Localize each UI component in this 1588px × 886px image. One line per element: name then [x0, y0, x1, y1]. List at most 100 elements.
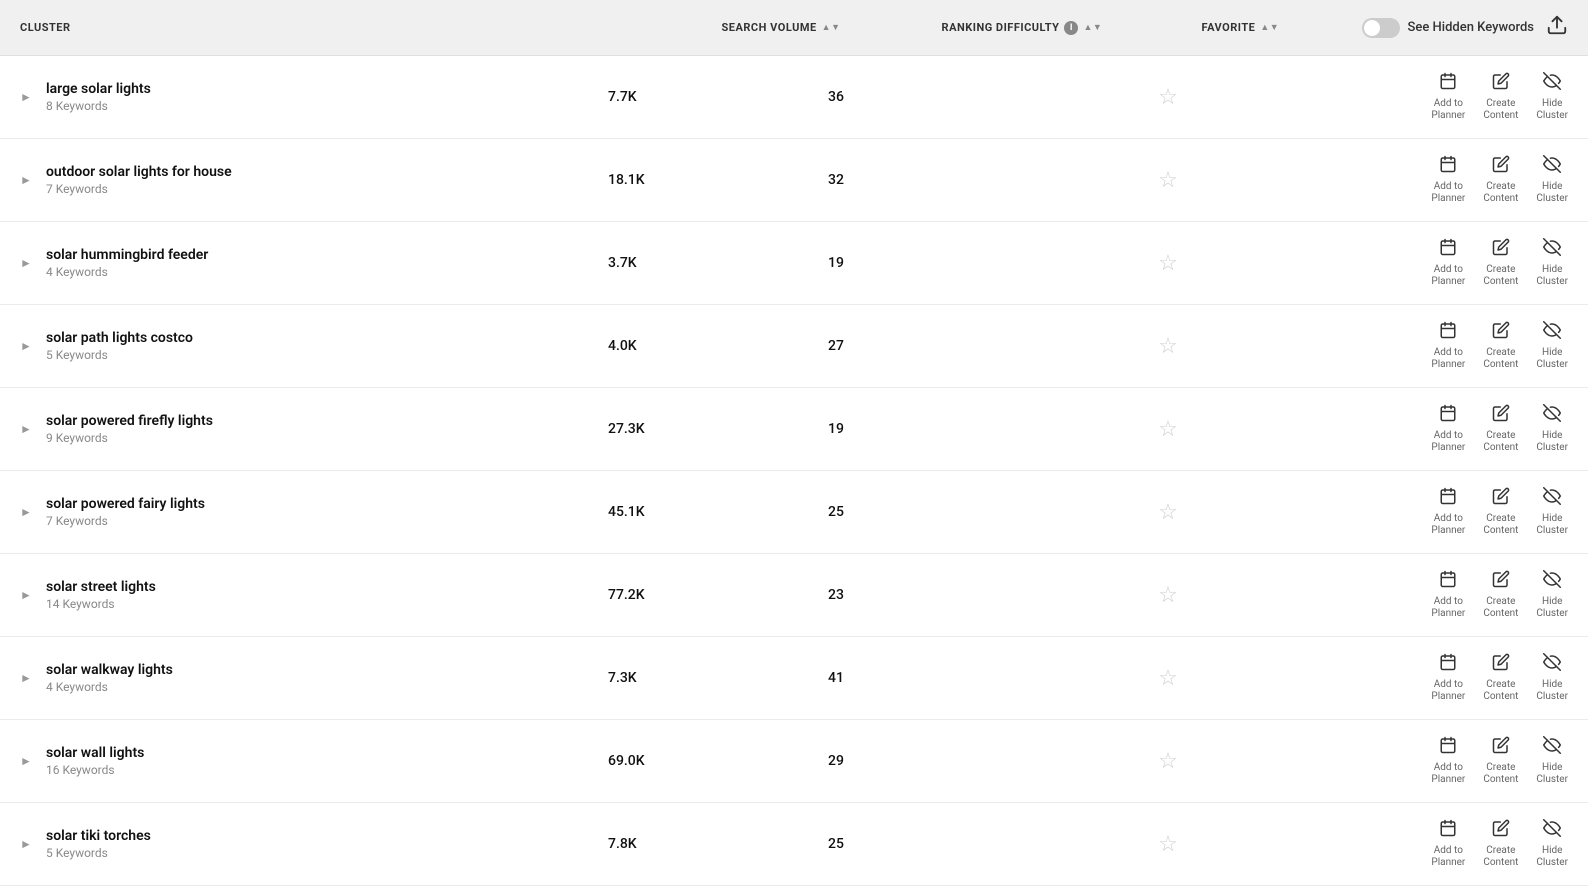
- ranking-difficulty-value: 23: [828, 587, 1088, 603]
- expand-arrow-icon[interactable]: ►: [20, 505, 36, 519]
- favorite-cell: ☆: [1088, 417, 1248, 442]
- search-volume-column-header[interactable]: SEARCH VOLUME ▲▼: [722, 21, 942, 34]
- expand-arrow-icon[interactable]: ►: [20, 837, 36, 851]
- hide-cluster-icon: [1543, 155, 1561, 178]
- add-to-planner-button[interactable]: Add toPlanner: [1431, 404, 1465, 454]
- search-volume-value: 69.0K: [608, 753, 828, 769]
- see-hidden-keywords-toggle[interactable]: [1362, 18, 1400, 38]
- create-content-label: CreateContent: [1483, 762, 1518, 786]
- expand-arrow-icon[interactable]: ►: [20, 422, 36, 436]
- cluster-info: outdoor solar lights for house 7 Keyword…: [46, 164, 232, 196]
- keywords-count: 14 Keywords: [46, 597, 156, 611]
- table-row: ► solar wall lights 16 Keywords 69.0K 29…: [0, 720, 1588, 803]
- hide-cluster-button[interactable]: HideCluster: [1536, 570, 1568, 620]
- expand-arrow-icon[interactable]: ►: [20, 339, 36, 353]
- cluster-cell: ► solar powered firefly lights 9 Keyword…: [20, 413, 608, 445]
- add-to-planner-button[interactable]: Add toPlanner: [1431, 155, 1465, 205]
- cluster-name: solar powered firefly lights: [46, 413, 213, 429]
- table-row: ► solar path lights costco 5 Keywords 4.…: [0, 305, 1588, 388]
- hide-cluster-button[interactable]: HideCluster: [1536, 653, 1568, 703]
- actions-cell: Add toPlanner CreateContent: [1248, 238, 1568, 288]
- favorite-star-icon[interactable]: ☆: [1158, 583, 1178, 608]
- hide-cluster-button[interactable]: HideCluster: [1536, 72, 1568, 122]
- keywords-count: 8 Keywords: [46, 99, 151, 113]
- cluster-cell: ► solar path lights costco 5 Keywords: [20, 330, 608, 362]
- ranking-difficulty-value: 32: [828, 172, 1088, 188]
- actions-cell: Add toPlanner CreateContent: [1248, 653, 1568, 703]
- create-content-icon: [1492, 487, 1510, 510]
- add-to-planner-button[interactable]: Add toPlanner: [1431, 72, 1465, 122]
- search-volume-value: 77.2K: [608, 587, 828, 603]
- create-content-button[interactable]: CreateContent: [1483, 570, 1518, 620]
- create-content-button[interactable]: CreateContent: [1483, 155, 1518, 205]
- cluster-name: solar wall lights: [46, 745, 144, 761]
- add-to-planner-button[interactable]: Add toPlanner: [1431, 321, 1465, 371]
- cluster-info: solar hummingbird feeder 4 Keywords: [46, 247, 208, 279]
- create-content-button[interactable]: CreateContent: [1483, 238, 1518, 288]
- expand-arrow-icon[interactable]: ►: [20, 256, 36, 270]
- create-content-icon: [1492, 238, 1510, 261]
- add-to-planner-label: Add toPlanner: [1431, 762, 1465, 786]
- create-content-button[interactable]: CreateContent: [1483, 819, 1518, 869]
- actions-cell: Add toPlanner CreateContent: [1248, 736, 1568, 786]
- hide-cluster-button[interactable]: HideCluster: [1536, 736, 1568, 786]
- expand-arrow-icon[interactable]: ►: [20, 754, 36, 768]
- add-to-planner-label: Add toPlanner: [1431, 98, 1465, 122]
- favorite-cell: ☆: [1088, 334, 1248, 359]
- search-volume-value: 7.7K: [608, 89, 828, 105]
- add-to-planner-button[interactable]: Add toPlanner: [1431, 736, 1465, 786]
- expand-arrow-icon[interactable]: ►: [20, 588, 36, 602]
- add-to-planner-button[interactable]: Add toPlanner: [1431, 570, 1465, 620]
- hide-cluster-button[interactable]: HideCluster: [1536, 155, 1568, 205]
- add-to-planner-label: Add toPlanner: [1431, 347, 1465, 371]
- create-content-button[interactable]: CreateContent: [1483, 487, 1518, 537]
- create-content-icon: [1492, 570, 1510, 593]
- favorite-star-icon[interactable]: ☆: [1158, 334, 1178, 359]
- add-to-planner-button[interactable]: Add toPlanner: [1431, 653, 1465, 703]
- hide-cluster-label: HideCluster: [1536, 347, 1568, 371]
- export-icon[interactable]: [1546, 14, 1568, 41]
- expand-arrow-icon[interactable]: ►: [20, 173, 36, 187]
- favorite-star-icon[interactable]: ☆: [1158, 417, 1178, 442]
- hide-cluster-button[interactable]: HideCluster: [1536, 487, 1568, 537]
- add-to-planner-button[interactable]: Add toPlanner: [1431, 238, 1465, 288]
- favorite-star-icon[interactable]: ☆: [1158, 168, 1178, 193]
- calendar-icon: [1439, 487, 1457, 510]
- favorite-star-icon[interactable]: ☆: [1158, 832, 1178, 857]
- create-content-button[interactable]: CreateContent: [1483, 321, 1518, 371]
- hide-cluster-button[interactable]: HideCluster: [1536, 238, 1568, 288]
- expand-arrow-icon[interactable]: ►: [20, 90, 36, 104]
- ranking-difficulty-info-icon[interactable]: i: [1064, 21, 1078, 35]
- hide-cluster-label: HideCluster: [1536, 679, 1568, 703]
- create-content-button[interactable]: CreateContent: [1483, 404, 1518, 454]
- favorite-star-icon[interactable]: ☆: [1158, 251, 1178, 276]
- add-to-planner-button[interactable]: Add toPlanner: [1431, 487, 1465, 537]
- hide-cluster-label: HideCluster: [1536, 762, 1568, 786]
- ranking-difficulty-value: 25: [828, 836, 1088, 852]
- search-volume-value: 45.1K: [608, 504, 828, 520]
- cluster-name: solar walkway lights: [46, 662, 173, 678]
- favorite-star-icon[interactable]: ☆: [1158, 749, 1178, 774]
- create-content-button[interactable]: CreateContent: [1483, 736, 1518, 786]
- calendar-icon: [1439, 819, 1457, 842]
- ranking-difficulty-column-header[interactable]: RANKING DIFFICULTY i ▲▼: [942, 21, 1202, 35]
- favorite-cell: ☆: [1088, 85, 1248, 110]
- create-content-label: CreateContent: [1483, 181, 1518, 205]
- add-to-planner-label: Add toPlanner: [1431, 264, 1465, 288]
- add-to-planner-label: Add toPlanner: [1431, 845, 1465, 869]
- create-content-label: CreateContent: [1483, 679, 1518, 703]
- favorite-cell: ☆: [1088, 832, 1248, 857]
- create-content-button[interactable]: CreateContent: [1483, 72, 1518, 122]
- favorite-column-header[interactable]: FAVORITE ▲▼: [1202, 21, 1362, 34]
- favorite-star-icon[interactable]: ☆: [1158, 85, 1178, 110]
- hide-cluster-button[interactable]: HideCluster: [1536, 404, 1568, 454]
- create-content-button[interactable]: CreateContent: [1483, 653, 1518, 703]
- expand-arrow-icon[interactable]: ►: [20, 671, 36, 685]
- hide-cluster-button[interactable]: HideCluster: [1536, 819, 1568, 869]
- favorite-star-icon[interactable]: ☆: [1158, 500, 1178, 525]
- favorite-star-icon[interactable]: ☆: [1158, 666, 1178, 691]
- hide-cluster-icon: [1543, 487, 1561, 510]
- hide-cluster-button[interactable]: HideCluster: [1536, 321, 1568, 371]
- add-to-planner-button[interactable]: Add toPlanner: [1431, 819, 1465, 869]
- cluster-name: solar path lights costco: [46, 330, 193, 346]
